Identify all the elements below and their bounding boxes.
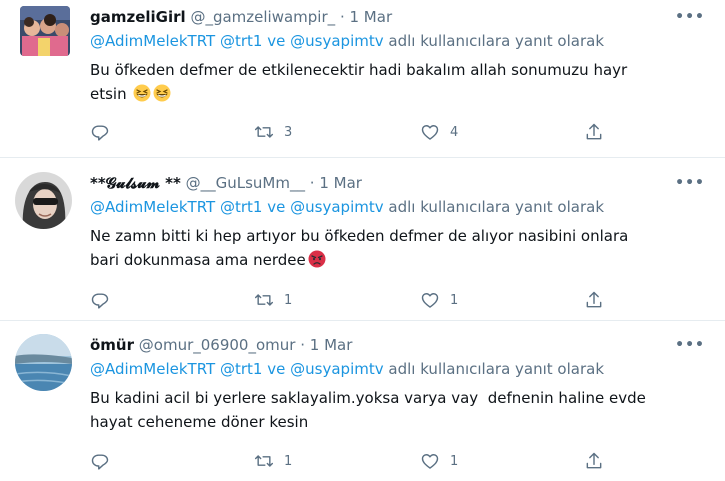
tweet-content: ömür @omur_06900_omur · 1 Mar ••• @AdimM…: [90, 334, 705, 470]
reply-button[interactable]: [90, 120, 110, 144]
avatar[interactable]: [20, 6, 70, 56]
separator-dot: ·: [309, 174, 315, 192]
tweet[interactable]: gamzeliGirl @_gamzeliwampir_ · 1 Mar •••…: [0, 0, 725, 158]
retweet-icon: [254, 294, 274, 306]
display-name[interactable]: gamzeliGirl: [90, 8, 186, 26]
share-button[interactable]: [584, 120, 604, 144]
conjunction: ve: [267, 32, 286, 50]
reply-suffix: adlı kullanıcılara yanıt olarak: [388, 198, 605, 216]
share-button[interactable]: [584, 449, 604, 473]
retweet-icon: [254, 126, 274, 138]
angry-face-emoji: [308, 250, 326, 268]
tweet-text-line: Bu öfkeden defmer de etkilenecektir hadi…: [90, 61, 628, 79]
grinning-squint-emoji: [153, 84, 171, 102]
avatar-image: [20, 6, 70, 56]
like-icon: [421, 293, 439, 308]
share-button[interactable]: [584, 288, 604, 312]
reply-icon: [91, 293, 109, 309]
replying-to: @AdimMelekTRT @trt1 ve @usyapimtv adlı k…: [90, 359, 705, 379]
tweet-content: gamzeliGirl @_gamzeliwampir_ · 1 Mar •••…: [90, 6, 705, 141]
tweet-header: ömür @omur_06900_omur · 1 Mar •••: [90, 334, 705, 356]
tweet-content: **𝓖𝓾𝓵𝓼𝓾𝓶 ** @__GuLsuMm__ · 1 Mar ••• @Ad…: [90, 172, 705, 309]
user-handle[interactable]: @_gamzeliwampir_: [190, 8, 335, 26]
replying-to: @AdimMelekTRT @trt1 ve @usyapimtv adlı k…: [90, 31, 705, 51]
like-count: 1: [450, 292, 459, 308]
avatar[interactable]: [15, 172, 72, 229]
tweet-text-line: bari dokunmasa ama nerdee: [90, 251, 306, 269]
user-handle[interactable]: @omur_06900_omur: [139, 336, 296, 354]
tweet-actions: 1 1: [90, 449, 610, 473]
reply-suffix: adlı kullanıcılara yanıt olarak: [388, 360, 605, 378]
mention-link[interactable]: @trt1: [220, 32, 262, 50]
avatar-image: [15, 334, 72, 391]
avatar[interactable]: [15, 334, 72, 391]
reply-suffix: adlı kullanıcılara yanıt olarak: [388, 32, 605, 50]
reply-button[interactable]: [90, 449, 110, 473]
retweet-icon: [254, 455, 274, 467]
tweet-actions: 1 1: [90, 288, 610, 312]
retweet-button[interactable]: 1: [254, 449, 292, 473]
share-icon: [586, 123, 602, 140]
tweet-text-line: etsin: [90, 85, 127, 103]
tweet-header: **𝓖𝓾𝓵𝓼𝓾𝓶 ** @__GuLsuMm__ · 1 Mar •••: [90, 172, 705, 194]
grinning-squint-emoji: [133, 84, 151, 102]
tweet-text-line: Bu kadini acil bi yerlere saklayalim.yok…: [90, 389, 646, 407]
tweet-date[interactable]: 1 Mar: [310, 336, 353, 354]
separator-dot: ·: [339, 8, 345, 26]
mention-link[interactable]: @usyapimtv: [290, 360, 383, 378]
mention-link[interactable]: @usyapimtv: [290, 198, 383, 216]
avatar-image: [15, 172, 72, 229]
tweet-text-line: hayat cehenemе döner kesin: [90, 413, 309, 431]
mention-link[interactable]: @trt1: [220, 360, 262, 378]
replying-to: @AdimMelekTRT @trt1 ve @usyapimtv adlı k…: [90, 197, 705, 217]
retweet-button[interactable]: 1: [254, 288, 292, 312]
more-icon[interactable]: •••: [675, 6, 705, 28]
mention-link[interactable]: @AdimMelekTRT: [90, 32, 215, 50]
display-name[interactable]: **𝓖𝓾𝓵𝓼𝓾𝓶 **: [90, 174, 181, 192]
retweet-count: 3: [284, 124, 293, 140]
reply-button[interactable]: [90, 288, 110, 312]
like-button[interactable]: 1: [420, 288, 458, 312]
mention-link[interactable]: @AdimMelekTRT: [90, 360, 215, 378]
like-icon: [421, 454, 439, 469]
mention-link[interactable]: @AdimMelekTRT: [90, 198, 215, 216]
retweet-count: 1: [284, 292, 293, 308]
tweet-text: Ne zamn bitti ki hep artıyor bu öfkeden …: [90, 224, 690, 272]
tweet-date[interactable]: 1 Mar: [350, 8, 393, 26]
more-icon[interactable]: •••: [675, 172, 705, 194]
tweet[interactable]: **𝓖𝓾𝓵𝓼𝓾𝓶 ** @__GuLsuMm__ · 1 Mar ••• @Ad…: [0, 158, 725, 321]
retweet-button[interactable]: 3: [254, 120, 292, 144]
mention-link[interactable]: @trt1: [220, 198, 262, 216]
conjunction: ve: [267, 198, 286, 216]
retweet-count: 1: [284, 453, 293, 469]
like-count: 1: [450, 453, 459, 469]
reply-feed: gamzeliGirl @_gamzeliwampir_ · 1 Mar •••…: [0, 0, 725, 481]
reply-icon: [91, 454, 109, 470]
share-icon: [586, 452, 602, 469]
tweet-actions: 3 4: [90, 120, 610, 144]
user-handle[interactable]: @__GuLsuMm__: [186, 174, 305, 192]
like-icon: [421, 125, 439, 140]
reply-icon: [91, 125, 109, 141]
tweet-text: Bu öfkeden defmer de etkilenecektir hadi…: [90, 58, 690, 106]
separator-dot: ·: [300, 336, 306, 354]
display-name[interactable]: ömür: [90, 336, 134, 354]
mention-link[interactable]: @usyapimtv: [290, 32, 383, 50]
tweet-text-line: Ne zamn bitti ki hep artıyor bu öfkeden …: [90, 227, 629, 245]
tweet[interactable]: ömür @omur_06900_omur · 1 Mar ••• @AdimM…: [0, 321, 725, 481]
like-count: 4: [450, 124, 459, 140]
tweet-text: Bu kadini acil bi yerlere saklayalim.yok…: [90, 386, 690, 434]
like-button[interactable]: 4: [420, 120, 458, 144]
tweet-date[interactable]: 1 Mar: [319, 174, 362, 192]
like-button[interactable]: 1: [420, 449, 458, 473]
share-icon: [586, 291, 602, 308]
conjunction: ve: [267, 360, 286, 378]
tweet-header: gamzeliGirl @_gamzeliwampir_ · 1 Mar •••: [90, 6, 705, 28]
more-icon[interactable]: •••: [675, 334, 705, 356]
